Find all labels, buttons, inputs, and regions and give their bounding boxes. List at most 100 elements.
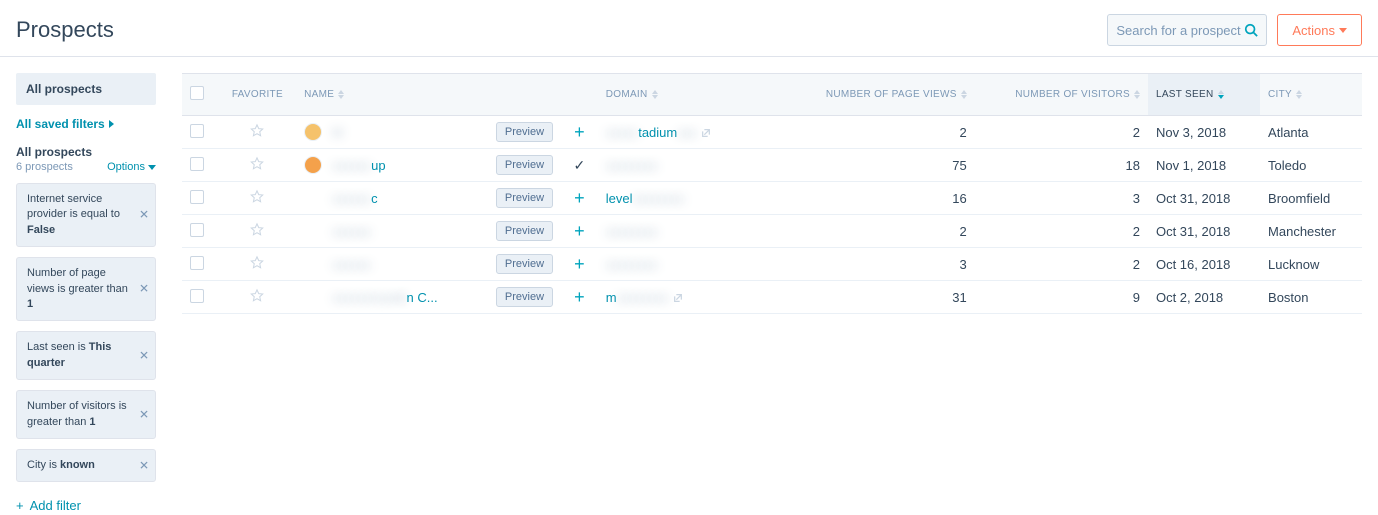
filter-chip[interactable]: Number of page views is greater than 1 ✕ <box>16 257 156 321</box>
add-button[interactable]: + <box>561 281 598 314</box>
checkbox-icon[interactable] <box>190 86 204 100</box>
preview-button[interactable]: Preview <box>496 122 553 142</box>
checkbox-icon[interactable] <box>190 256 204 270</box>
filter-chip[interactable]: Last seen is This quarter✕ <box>16 331 156 380</box>
close-icon[interactable]: ✕ <box>139 281 149 298</box>
chevron-down-icon <box>148 165 156 170</box>
checkbox-icon[interactable] <box>190 157 204 171</box>
domain-link[interactable]: xxxxxxxx <box>606 224 658 239</box>
prospect-name-link[interactable]: xxxxxxc <box>332 191 378 206</box>
prospect-name-link[interactable]: M <box>332 125 343 140</box>
close-icon[interactable]: ✕ <box>139 406 149 423</box>
domain-link[interactable]: xxxxxtadiumxxx <box>606 125 697 140</box>
col-domain[interactable]: DOMAIN <box>598 74 802 116</box>
actions-button[interactable]: Actions <box>1277 14 1362 46</box>
domain-link[interactable]: xxxxxxxx <box>606 158 658 173</box>
checkbox-icon[interactable] <box>190 223 204 237</box>
search-input-wrapper[interactable] <box>1107 14 1267 46</box>
last-seen-cell: Oct 31, 2018 <box>1148 215 1260 248</box>
city-cell: Boston <box>1260 281 1362 314</box>
city-cell: Manchester <box>1260 215 1362 248</box>
last-seen-cell: Nov 1, 2018 <box>1148 149 1260 182</box>
row-checkbox[interactable] <box>182 248 219 281</box>
table-row[interactable]: xxxxxxPreview+xxxxxxxx32Oct 16, 2018Luck… <box>182 248 1362 281</box>
name-cell: xxxxxx Preview <box>296 248 561 281</box>
divider <box>0 56 1378 57</box>
filter-chip[interactable]: Number of visitors is greater than 1✕ <box>16 390 156 439</box>
name-cell: xxxxxxc Preview <box>296 182 561 215</box>
table-row[interactable]: xxxxxxPreview+xxxxxxxx22Oct 31, 2018Manc… <box>182 215 1362 248</box>
preview-button[interactable]: Preview <box>496 155 553 175</box>
close-icon[interactable]: ✕ <box>139 207 149 224</box>
col-page-views[interactable]: NUMBER OF PAGE VIEWS <box>802 74 975 116</box>
main-content: FAVORITE NAME DOMAIN NUMBER OF PAGE VIEW… <box>182 73 1362 515</box>
col-visitors[interactable]: NUMBER OF VISITORS <box>975 74 1148 116</box>
last-seen-cell: Oct 31, 2018 <box>1148 182 1260 215</box>
checkbox-icon[interactable] <box>190 190 204 204</box>
filter-chip[interactable]: City is known✕ <box>16 449 156 482</box>
add-filter-label: Add filter <box>30 498 81 513</box>
close-icon[interactable]: ✕ <box>139 457 149 474</box>
domain-link[interactable]: levelxxxxxxxx <box>606 191 685 206</box>
city-cell: Lucknow <box>1260 248 1362 281</box>
search-input[interactable] <box>1116 23 1244 38</box>
favorite-toggle[interactable] <box>219 248 296 281</box>
preview-button[interactable]: Preview <box>496 221 553 241</box>
row-checkbox[interactable] <box>182 182 219 215</box>
col-city[interactable]: CITY <box>1260 74 1362 116</box>
prospect-name-link[interactable]: xxxxxxup <box>332 158 385 173</box>
checkbox-icon[interactable] <box>190 289 204 303</box>
add-button[interactable]: + <box>561 116 598 149</box>
favorite-toggle[interactable] <box>219 149 296 182</box>
page-views-cell: 2 <box>802 215 975 248</box>
table-row[interactable]: xxxxxxcPreview+levelxxxxxxxx163Oct 31, 2… <box>182 182 1362 215</box>
domain-cell: levelxxxxxxxx <box>598 182 802 215</box>
add-button[interactable]: + <box>561 182 598 215</box>
favorite-toggle[interactable] <box>219 116 296 149</box>
prospect-name-link[interactable]: xxxxxx <box>332 257 371 272</box>
favorite-toggle[interactable] <box>219 281 296 314</box>
add-button[interactable]: + <box>561 248 598 281</box>
city-cell: Toledo <box>1260 149 1362 182</box>
row-checkbox[interactable] <box>182 116 219 149</box>
favorite-toggle[interactable] <box>219 215 296 248</box>
preview-button[interactable]: Preview <box>496 287 553 307</box>
col-favorite[interactable]: FAVORITE <box>219 74 296 116</box>
filter-chip[interactable]: Internet service provider is equal to Fa… <box>16 183 156 247</box>
page-views-cell: 16 <box>802 182 975 215</box>
saved-filters-link[interactable]: All saved filters <box>16 117 114 131</box>
name-cell: xxxxxxup Preview <box>296 149 561 182</box>
prospect-name-link[interactable]: xxxxxxnusettn C... <box>332 290 438 305</box>
last-seen-cell: Nov 3, 2018 <box>1148 116 1260 149</box>
name-cell: xxxxxxnusettn C... Preview <box>296 281 561 314</box>
domain-link[interactable]: mxxxxxxxx <box>606 290 669 305</box>
close-icon[interactable]: ✕ <box>139 347 149 364</box>
table-row[interactable]: xxxxxxnusettn C...Preview+mxxxxxxxx319Oc… <box>182 281 1362 314</box>
add-filter-button[interactable]: + Add filter <box>16 498 81 513</box>
prospect-name-link[interactable]: xxxxxx <box>332 224 371 239</box>
city-cell: Atlanta <box>1260 116 1362 149</box>
preview-button[interactable]: Preview <box>496 254 553 274</box>
preview-button[interactable]: Preview <box>496 188 553 208</box>
col-name[interactable]: NAME <box>296 74 561 116</box>
sidebar-tab-all-prospects[interactable]: All prospects <box>16 73 156 105</box>
checkbox-icon[interactable] <box>190 124 204 138</box>
col-last-seen[interactable]: LAST SEEN <box>1148 74 1260 116</box>
row-checkbox[interactable] <box>182 215 219 248</box>
prospects-table: FAVORITE NAME DOMAIN NUMBER OF PAGE VIEW… <box>182 73 1362 314</box>
favorite-toggle[interactable] <box>219 182 296 215</box>
add-button[interactable]: + <box>561 215 598 248</box>
domain-cell: mxxxxxxxx <box>598 281 802 314</box>
row-checkbox[interactable] <box>182 149 219 182</box>
domain-link[interactable]: xxxxxxxx <box>606 257 658 272</box>
filter-text: Number of page views is greater than 1 <box>27 267 128 310</box>
avatar <box>304 288 322 306</box>
table-row[interactable]: xxxxxxupPreview✓xxxxxxxx7518Nov 1, 2018T… <box>182 149 1362 182</box>
search-icon <box>1244 23 1258 37</box>
chevron-down-icon <box>1339 28 1347 33</box>
row-checkbox[interactable] <box>182 281 219 314</box>
options-link[interactable]: Options <box>107 161 156 173</box>
last-seen-cell: Oct 16, 2018 <box>1148 248 1260 281</box>
col-checkbox[interactable] <box>182 74 219 116</box>
table-row[interactable]: MPreview+xxxxxtadiumxxx22Nov 3, 2018Atla… <box>182 116 1362 149</box>
